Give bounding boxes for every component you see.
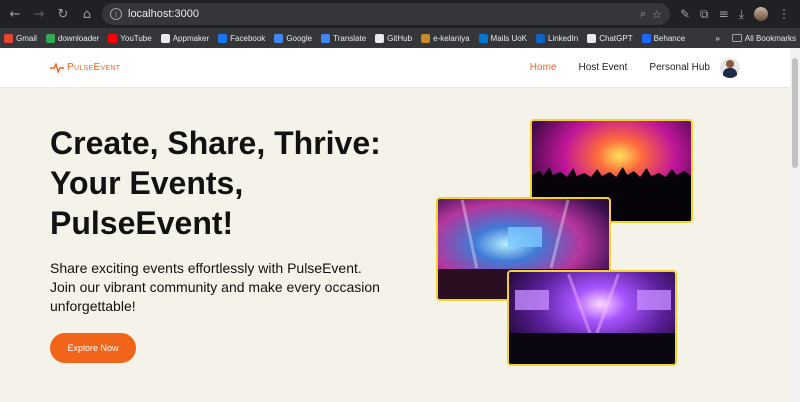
page-viewport: PulseEvent Home Host Event Personal Hub …: [0, 48, 790, 402]
bookmark-label: downloader: [57, 33, 100, 43]
bookmark-label: GitHub: [387, 33, 413, 43]
pulse-icon: [50, 62, 64, 73]
bookmark-favicon-icon: [218, 33, 228, 43]
page-scrollbar[interactable]: [790, 48, 800, 402]
site-navbar: PulseEvent Home Host Event Personal Hub: [0, 48, 790, 88]
site-info-icon[interactable]: i: [110, 8, 122, 20]
nav-personal-hub[interactable]: Personal Hub: [649, 62, 710, 73]
bookmark-favicon-icon: [536, 33, 545, 43]
bookmark-favicon-icon: [478, 33, 488, 43]
zoom-icon[interactable]: ⌕: [640, 7, 646, 21]
menu-icon[interactable]: ⋮: [778, 7, 790, 21]
star-icon[interactable]: ☆: [652, 8, 662, 21]
bookmark-label: Facebook: [230, 33, 266, 43]
bookmark-favicon-icon: [4, 33, 13, 43]
bookmark-favicon-icon: [108, 33, 118, 43]
bookmark-label: Gmail: [16, 33, 37, 43]
site-logo[interactable]: PulseEvent: [50, 62, 120, 73]
bookmark-favicon-icon: [45, 33, 55, 43]
bookmark-label: Behance: [653, 33, 686, 43]
bookmark-favicon-icon: [421, 33, 431, 43]
bookmark-item[interactable]: ChatGPT: [587, 33, 633, 43]
reload-icon[interactable]: ↻: [54, 5, 72, 23]
bookmark-item[interactable]: downloader: [45, 33, 100, 43]
bookmark-label: Mails UoK: [490, 33, 527, 43]
bookmark-favicon-icon: [321, 33, 331, 43]
bookmark-item[interactable]: Google: [274, 33, 313, 43]
nav-home[interactable]: Home: [530, 62, 557, 73]
address-bar[interactable]: i localhost:3000 ⌕ ☆: [102, 3, 670, 25]
bookmark-item[interactable]: Translate: [321, 33, 367, 43]
download-icon[interactable]: ⤓: [739, 7, 744, 22]
bookmark-item[interactable]: GitHub: [375, 33, 413, 43]
profile-avatar[interactable]: [754, 7, 768, 21]
bookmark-item[interactable]: Behance: [641, 33, 686, 43]
arena-concert-image: [507, 270, 677, 366]
bookmarks-bar: Gmail downloader YouTube Appmaker Facebook Go…: [0, 28, 800, 48]
folder-icon: [731, 34, 742, 42]
browser-toolbar: ← → ↻ ⌂ i localhost:3000 ⌕ ☆ ✎ ⧉ ≡ ⤓ ⋮: [0, 0, 800, 28]
bookmark-label: YouTube: [120, 33, 152, 43]
logo-text: PulseEvent: [67, 62, 121, 73]
bookmark-favicon-icon: [160, 33, 170, 43]
bookmark-label: Translate: [333, 33, 367, 43]
home-icon[interactable]: ⌂: [78, 5, 96, 23]
back-icon[interactable]: ←: [6, 5, 24, 23]
bookmark-item[interactable]: Mails UoK: [478, 33, 527, 43]
explore-now-button[interactable]: Explore Now: [50, 333, 136, 363]
bookmark-favicon-icon: [587, 33, 597, 43]
bookmark-item[interactable]: YouTube: [108, 33, 152, 43]
scrollbar-thumb[interactable]: [792, 58, 798, 168]
nav-host-event[interactable]: Host Event: [578, 62, 627, 73]
forward-icon[interactable]: →: [30, 5, 48, 23]
bookmark-label: ChatGPT: [599, 33, 633, 43]
url-text: localhost:3000: [128, 8, 199, 20]
more-bookmarks-icon[interactable]: »: [715, 34, 719, 43]
bookmark-favicon-icon: [274, 33, 284, 43]
bookmark-favicon-icon: [375, 33, 385, 43]
pen-icon[interactable]: ✎: [680, 7, 690, 21]
all-bookmarks[interactable]: All Bookmarks: [731, 34, 796, 43]
bookmark-item[interactable]: LinkedIn: [536, 33, 579, 43]
hero-title: Create, Share, Thrive: Your Events, Puls…: [50, 125, 381, 241]
bookmark-favicon-icon: [641, 33, 651, 43]
hero-subtitle: Share exciting events effortlessly with …: [50, 260, 380, 314]
user-avatar[interactable]: [720, 57, 740, 78]
bookmark-label: LinkedIn: [548, 33, 579, 43]
bookmark-label: e-kelaniya: [433, 33, 470, 43]
bookmark-item[interactable]: Gmail: [4, 33, 37, 43]
extensions-icon[interactable]: ⧉: [700, 7, 709, 22]
bookmark-item[interactable]: e-kelaniya: [421, 33, 470, 43]
bookmark-item[interactable]: Appmaker: [160, 33, 210, 43]
media-icon[interactable]: ≡: [719, 7, 729, 21]
bookmark-label: Google: [286, 33, 313, 43]
bookmark-label: Appmaker: [172, 33, 210, 43]
bookmark-item[interactable]: Facebook: [218, 33, 266, 43]
